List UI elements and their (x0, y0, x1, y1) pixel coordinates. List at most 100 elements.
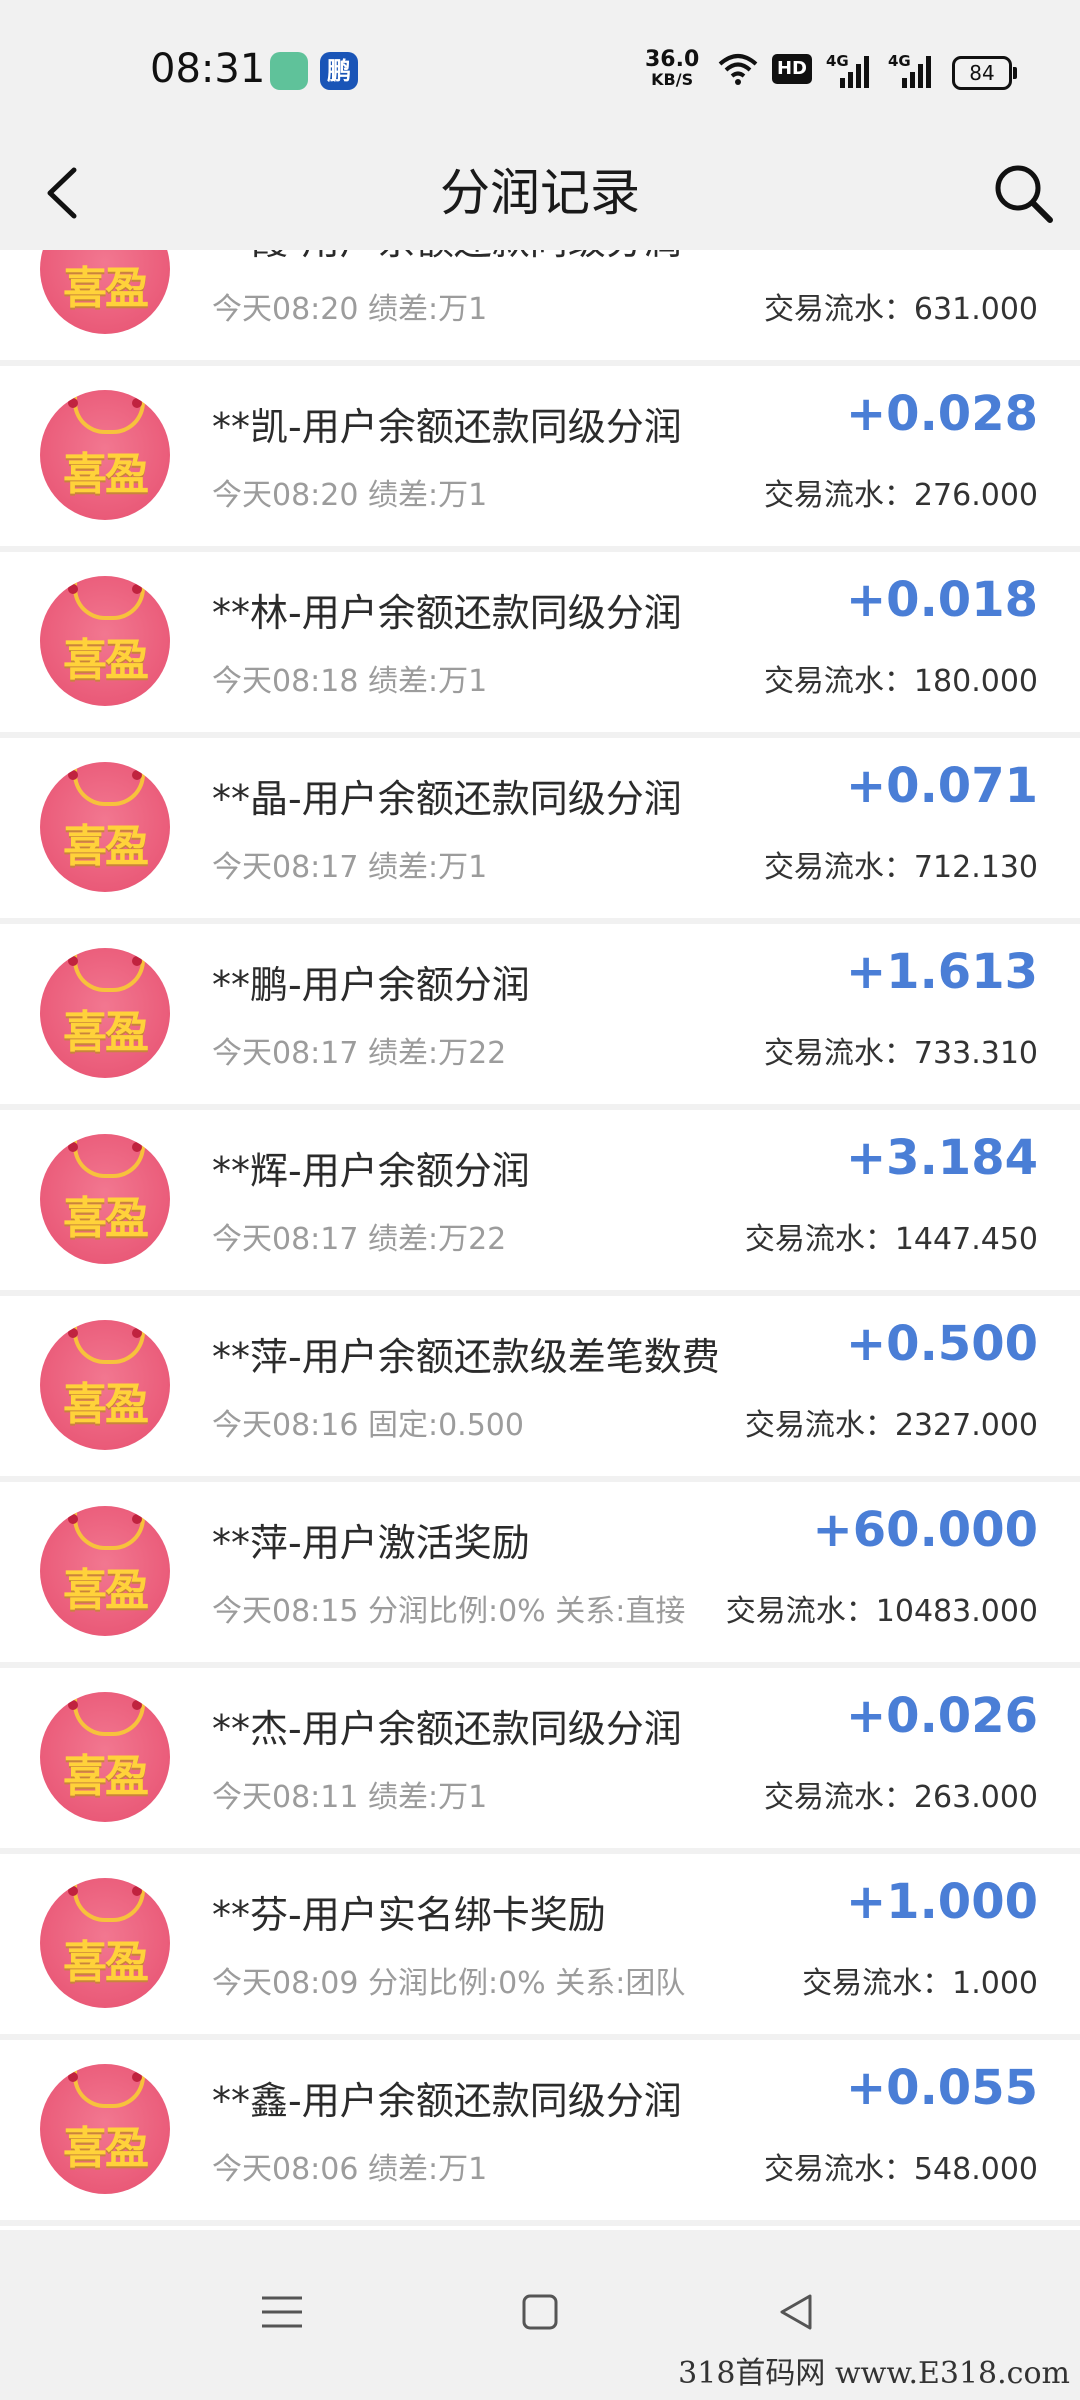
logo-text: 喜盈 (63, 1379, 149, 1430)
system-nav-bar: 318首码网 www.E318.com (0, 2230, 1080, 2400)
logo-text: 喜盈 (63, 1565, 149, 1616)
search-icon[interactable] (988, 158, 1058, 228)
net-speed-value: 36.0 (645, 47, 700, 72)
record-flow: 交易流水：10483.000 (725, 1594, 1038, 1629)
record-flow: 交易流水：1.000 (802, 1966, 1038, 2001)
signal-label-2: 4G (888, 52, 911, 70)
record-title: **萍-用户余额还款级差笔数费 (212, 1335, 720, 1379)
record-flow: 交易流水：548.000 (763, 2152, 1038, 2187)
signal-icon: 4G (826, 52, 872, 88)
battery-icon: 84 (952, 56, 1017, 90)
record-row[interactable]: 喜盈 **杰-用户余额还款同级分润今天08:11 绩差:万1 +0.026 交易流水：… (0, 1668, 1080, 1848)
logo-text: 喜盈 (63, 263, 149, 314)
record-title: **萍-用户激活奖励 (212, 1521, 530, 1565)
logo-text: 喜盈 (63, 1751, 149, 1802)
record-row[interactable]: 喜盈 **芬-用户实名绑卡奖励今天08:09 分润比例:0% 关系:团队 +1.00… (0, 1854, 1080, 2034)
watermark-text: 318首码网 www.E318.com (678, 2356, 1070, 2391)
signal-icon-2: 4G (888, 52, 934, 88)
record-row[interactable]: 喜盈 **凯-用户余额还款同级分润今天08:20 绩差:万1 +0.028 交易流水：… (0, 366, 1080, 546)
record-amount: +0.083 (846, 250, 1038, 256)
logo-text: 喜盈 (63, 1937, 149, 1988)
xiying-logo-icon: 喜盈 (40, 390, 170, 520)
record-row[interactable]: 喜盈 **萍-用户激活奖励今天08:15 分润比例:0% 关系:直接 +60.000… (0, 1482, 1080, 1662)
xiying-logo-icon: 喜盈 (40, 250, 170, 334)
logo-text: 喜盈 (63, 821, 149, 872)
record-meta: 今天08:06 绩差:万1 (212, 2152, 488, 2187)
back-triangle-icon[interactable] (766, 2282, 826, 2342)
record-flow: 交易流水：2327.000 (744, 1408, 1038, 1443)
record-meta: 今天08:17 绩差:万1 (212, 850, 488, 885)
wifi-icon (718, 54, 758, 85)
record-amount: +0.500 (845, 1316, 1038, 1372)
record-row[interactable]: 喜盈 **林-用户余额还款同级分润今天08:18 绩差:万1 +0.018 交易流水：… (0, 552, 1080, 732)
record-meta: 今天08:17 绩差:万22 (212, 1222, 507, 1257)
status-time: 08:31 (150, 46, 266, 92)
logo-text: 喜盈 (63, 449, 149, 500)
record-title: **芬-用户实名绑卡奖励 (212, 1893, 606, 1937)
record-list[interactable]: 喜盈 **霞-用户余额还款同级分润今天08:20 绩差:万1 +0.083 交易流水：… (0, 250, 1080, 2230)
record-meta: 今天08:15 分润比例:0% 关系:直接 (212, 1594, 686, 1629)
xiying-logo-icon: 喜盈 (40, 948, 170, 1078)
menu-icon[interactable] (252, 2282, 312, 2342)
record-flow: 交易流水：1447.450 (744, 1222, 1038, 1257)
record-meta: 今天08:09 分润比例:0% 关系:团队 (212, 1966, 686, 2001)
record-meta: 今天08:11 绩差:万1 (212, 1780, 488, 1815)
record-flow: 交易流水：180.000 (763, 664, 1038, 699)
record-amount: +1.000 (845, 1874, 1038, 1930)
record-flow: 交易流水：631.000 (763, 292, 1038, 327)
record-row[interactable]: 喜盈 **鑫-用户余额还款同级分润今天08:06 绩差:万1 +0.055 交易流水：… (0, 2040, 1080, 2220)
page-title: 分润记录 (440, 164, 640, 222)
record-amount: +3.184 (845, 1130, 1038, 1186)
record-flow: 交易流水：276.000 (763, 478, 1038, 513)
xiying-logo-icon: 喜盈 (40, 2064, 170, 2194)
hd-icon: HD (772, 54, 812, 84)
signal-label: 4G (826, 52, 849, 70)
record-title: **林-用户余额还款同级分润 (212, 591, 682, 635)
net-speed: 36.0 KB/S (645, 47, 700, 90)
xiying-logo-icon: 喜盈 (40, 762, 170, 892)
xiying-logo-icon: 喜盈 (40, 1134, 170, 1264)
record-amount: +0.055 (845, 2060, 1038, 2116)
record-flow: 交易流水：712.130 (763, 850, 1038, 885)
xiying-logo-icon: 喜盈 (40, 576, 170, 706)
record-title: **霞-用户余额还款同级分润 (212, 250, 682, 265)
record-row[interactable]: 喜盈 **萍-用户余额还款级差笔数费今天08:16 固定:0.500 +0.500 交… (0, 1296, 1080, 1476)
logo-text: 喜盈 (63, 1193, 149, 1244)
record-meta: 今天08:20 绩差:万1 (212, 292, 488, 327)
record-amount: +60.000 (812, 1502, 1038, 1558)
logo-text: 喜盈 (63, 1007, 149, 1058)
xiying-logo-icon: 喜盈 (40, 1878, 170, 2008)
xiying-logo-icon: 喜盈 (40, 1320, 170, 1450)
record-meta: 今天08:16 固定:0.500 (212, 1408, 524, 1443)
record-amount: +0.071 (845, 758, 1038, 814)
status-bar: 08:31 鹏 36.0 KB/S HD 4G 4G 84 (0, 0, 1080, 140)
record-title: **杰-用户余额还款同级分润 (212, 1707, 682, 1751)
app-notification-icon (270, 52, 308, 90)
record-meta: 今天08:20 绩差:万1 (212, 478, 488, 513)
xiying-logo-icon: 喜盈 (40, 1692, 170, 1822)
record-title: **凯-用户余额还款同级分润 (212, 405, 682, 449)
xiying-logo-icon: 喜盈 (40, 1506, 170, 1636)
record-row[interactable]: 喜盈 **晶-用户余额还款同级分润今天08:17 绩差:万1 +0.071 交易流水：… (0, 738, 1080, 918)
net-speed-unit: KB/S (651, 70, 694, 89)
record-amount: +0.018 (845, 572, 1038, 628)
record-flow: 交易流水：733.310 (763, 1036, 1038, 1071)
top-nav-bar: 分润记录 (0, 140, 1080, 250)
record-meta: 今天08:17 绩差:万22 (212, 1036, 507, 1071)
record-amount: +0.026 (845, 1688, 1038, 1744)
record-meta: 今天08:18 绩差:万1 (212, 664, 488, 699)
record-amount: +0.028 (845, 386, 1038, 442)
record-row[interactable]: 喜盈 **鹏-用户余额分润今天08:17 绩差:万22 +1.613 交易流水：733… (0, 924, 1080, 1104)
logo-text: 喜盈 (63, 635, 149, 686)
record-amount: +1.613 (845, 944, 1038, 1000)
record-row[interactable]: 喜盈 **霞-用户余额还款同级分润今天08:20 绩差:万1 +0.083 交易流水：… (0, 250, 1080, 360)
home-square-icon[interactable] (510, 2282, 570, 2342)
record-title: **鑫-用户余额还款同级分润 (212, 2079, 682, 2123)
app-notification-icon-2: 鹏 (320, 52, 358, 90)
record-title: **辉-用户余额分润 (212, 1149, 530, 1193)
record-title: **晶-用户余额还款同级分润 (212, 777, 682, 821)
record-title: **鹏-用户余额分润 (212, 963, 530, 1007)
record-row[interactable]: 喜盈 **辉-用户余额分润今天08:17 绩差:万22 +3.184 交易流水：144… (0, 1110, 1080, 1290)
record-flow: 交易流水：263.000 (763, 1780, 1038, 1815)
logo-text: 喜盈 (63, 2123, 149, 2174)
